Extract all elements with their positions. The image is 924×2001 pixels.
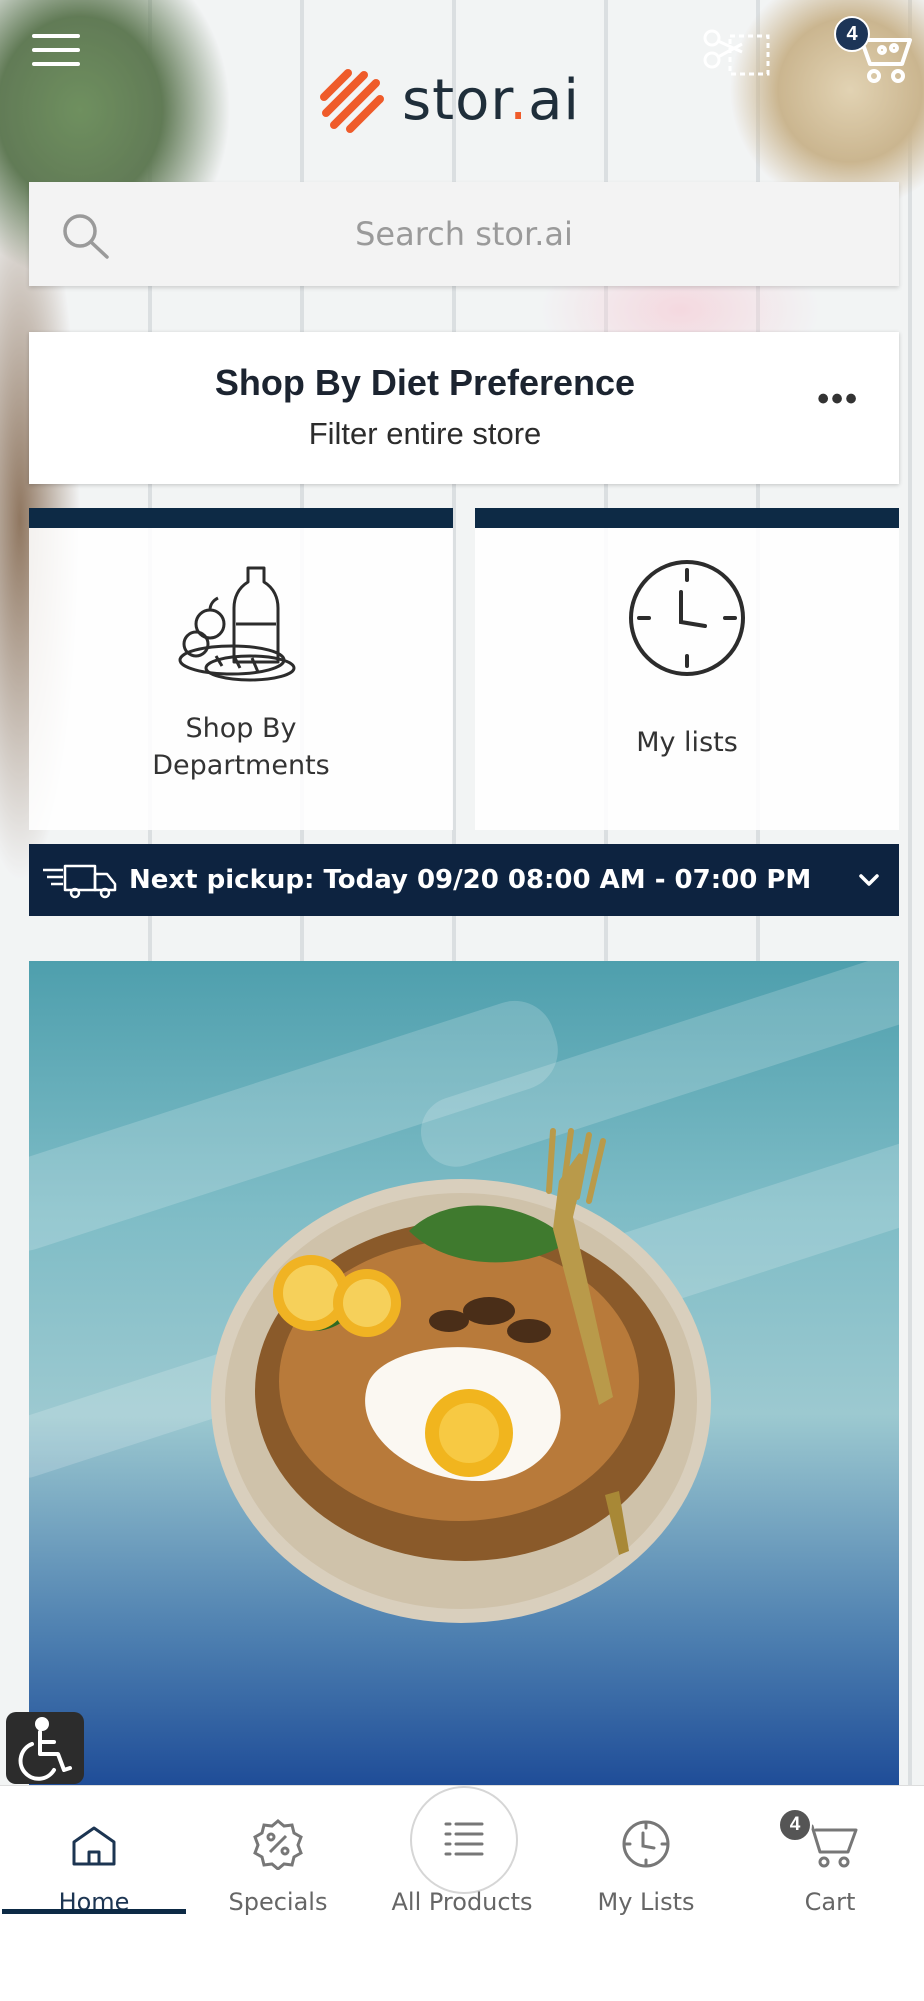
- next-pickup-text: Next pickup: Today 09/20 08:00 AM - 07:0…: [129, 865, 812, 895]
- my-lists-tile[interactable]: My lists: [475, 508, 899, 830]
- next-pickup-bar[interactable]: Next pickup: Today 09/20 08:00 AM - 07:0…: [29, 844, 899, 916]
- home-icon: [72, 1826, 116, 1866]
- nav-specials-label: Specials: [228, 1888, 328, 1916]
- shop-by-departments-tile[interactable]: Shop By Departments: [29, 508, 453, 830]
- delivery-truck-icon: [43, 864, 117, 899]
- promo-banner-image[interactable]: [29, 961, 899, 1785]
- all-products-button[interactable]: [410, 1786, 518, 1894]
- departments-label-line2: Departments: [152, 750, 330, 781]
- more-options-icon[interactable]: •••: [817, 380, 859, 419]
- store-logo: stor.ai: [318, 66, 580, 136]
- nav-all-products[interactable]: All Products: [370, 1786, 554, 1916]
- hamburger-menu-icon[interactable]: [32, 34, 80, 74]
- departments-label-line1: Shop By: [185, 713, 297, 744]
- nav-cart[interactable]: 4 Cart: [738, 1806, 922, 1916]
- chevron-down-icon[interactable]: [855, 866, 883, 894]
- clock-icon: [629, 560, 745, 676]
- list-icon: [444, 1822, 484, 1856]
- shop-by-diet-preference-card[interactable]: Shop By Diet Preference Filter entire st…: [29, 332, 899, 484]
- diet-title: Shop By Diet Preference: [214, 362, 636, 403]
- logo-mark-icon: [320, 69, 384, 133]
- nav-my-lists-label: My Lists: [597, 1888, 695, 1916]
- nav-specials[interactable]: Specials: [186, 1806, 370, 1916]
- logo-text: stor.ai: [402, 68, 580, 133]
- nav-my-lists[interactable]: My Lists: [554, 1806, 738, 1916]
- diet-subtitle: Filter entire store: [308, 416, 542, 451]
- scissors-coupon-icon[interactable]: [702, 26, 772, 82]
- nav-cart-label: Cart: [804, 1888, 856, 1916]
- my-lists-label: My lists: [636, 727, 738, 758]
- search-icon: [63, 214, 109, 259]
- percent-badge-icon: [253, 1819, 303, 1870]
- cart-count-badge: 4: [834, 16, 870, 52]
- search-bar[interactable]: [29, 181, 899, 287]
- bottom-navigation: Home Specials All Products My Lists 4 Ca…: [0, 1785, 924, 2001]
- food-plate-illustration: [211, 1128, 711, 1623]
- search-input[interactable]: [29, 181, 899, 287]
- nav-cart-count-badge: 4: [778, 1808, 812, 1842]
- accessibility-icon[interactable]: [6, 1712, 84, 1784]
- clock-icon: [622, 1820, 670, 1868]
- cart-icon[interactable]: 4: [832, 16, 916, 86]
- active-tab-indicator: [2, 1909, 186, 1914]
- nav-home[interactable]: Home: [2, 1806, 186, 1916]
- groceries-icon: [178, 566, 296, 682]
- nav-all-products-label: All Products: [391, 1888, 533, 1916]
